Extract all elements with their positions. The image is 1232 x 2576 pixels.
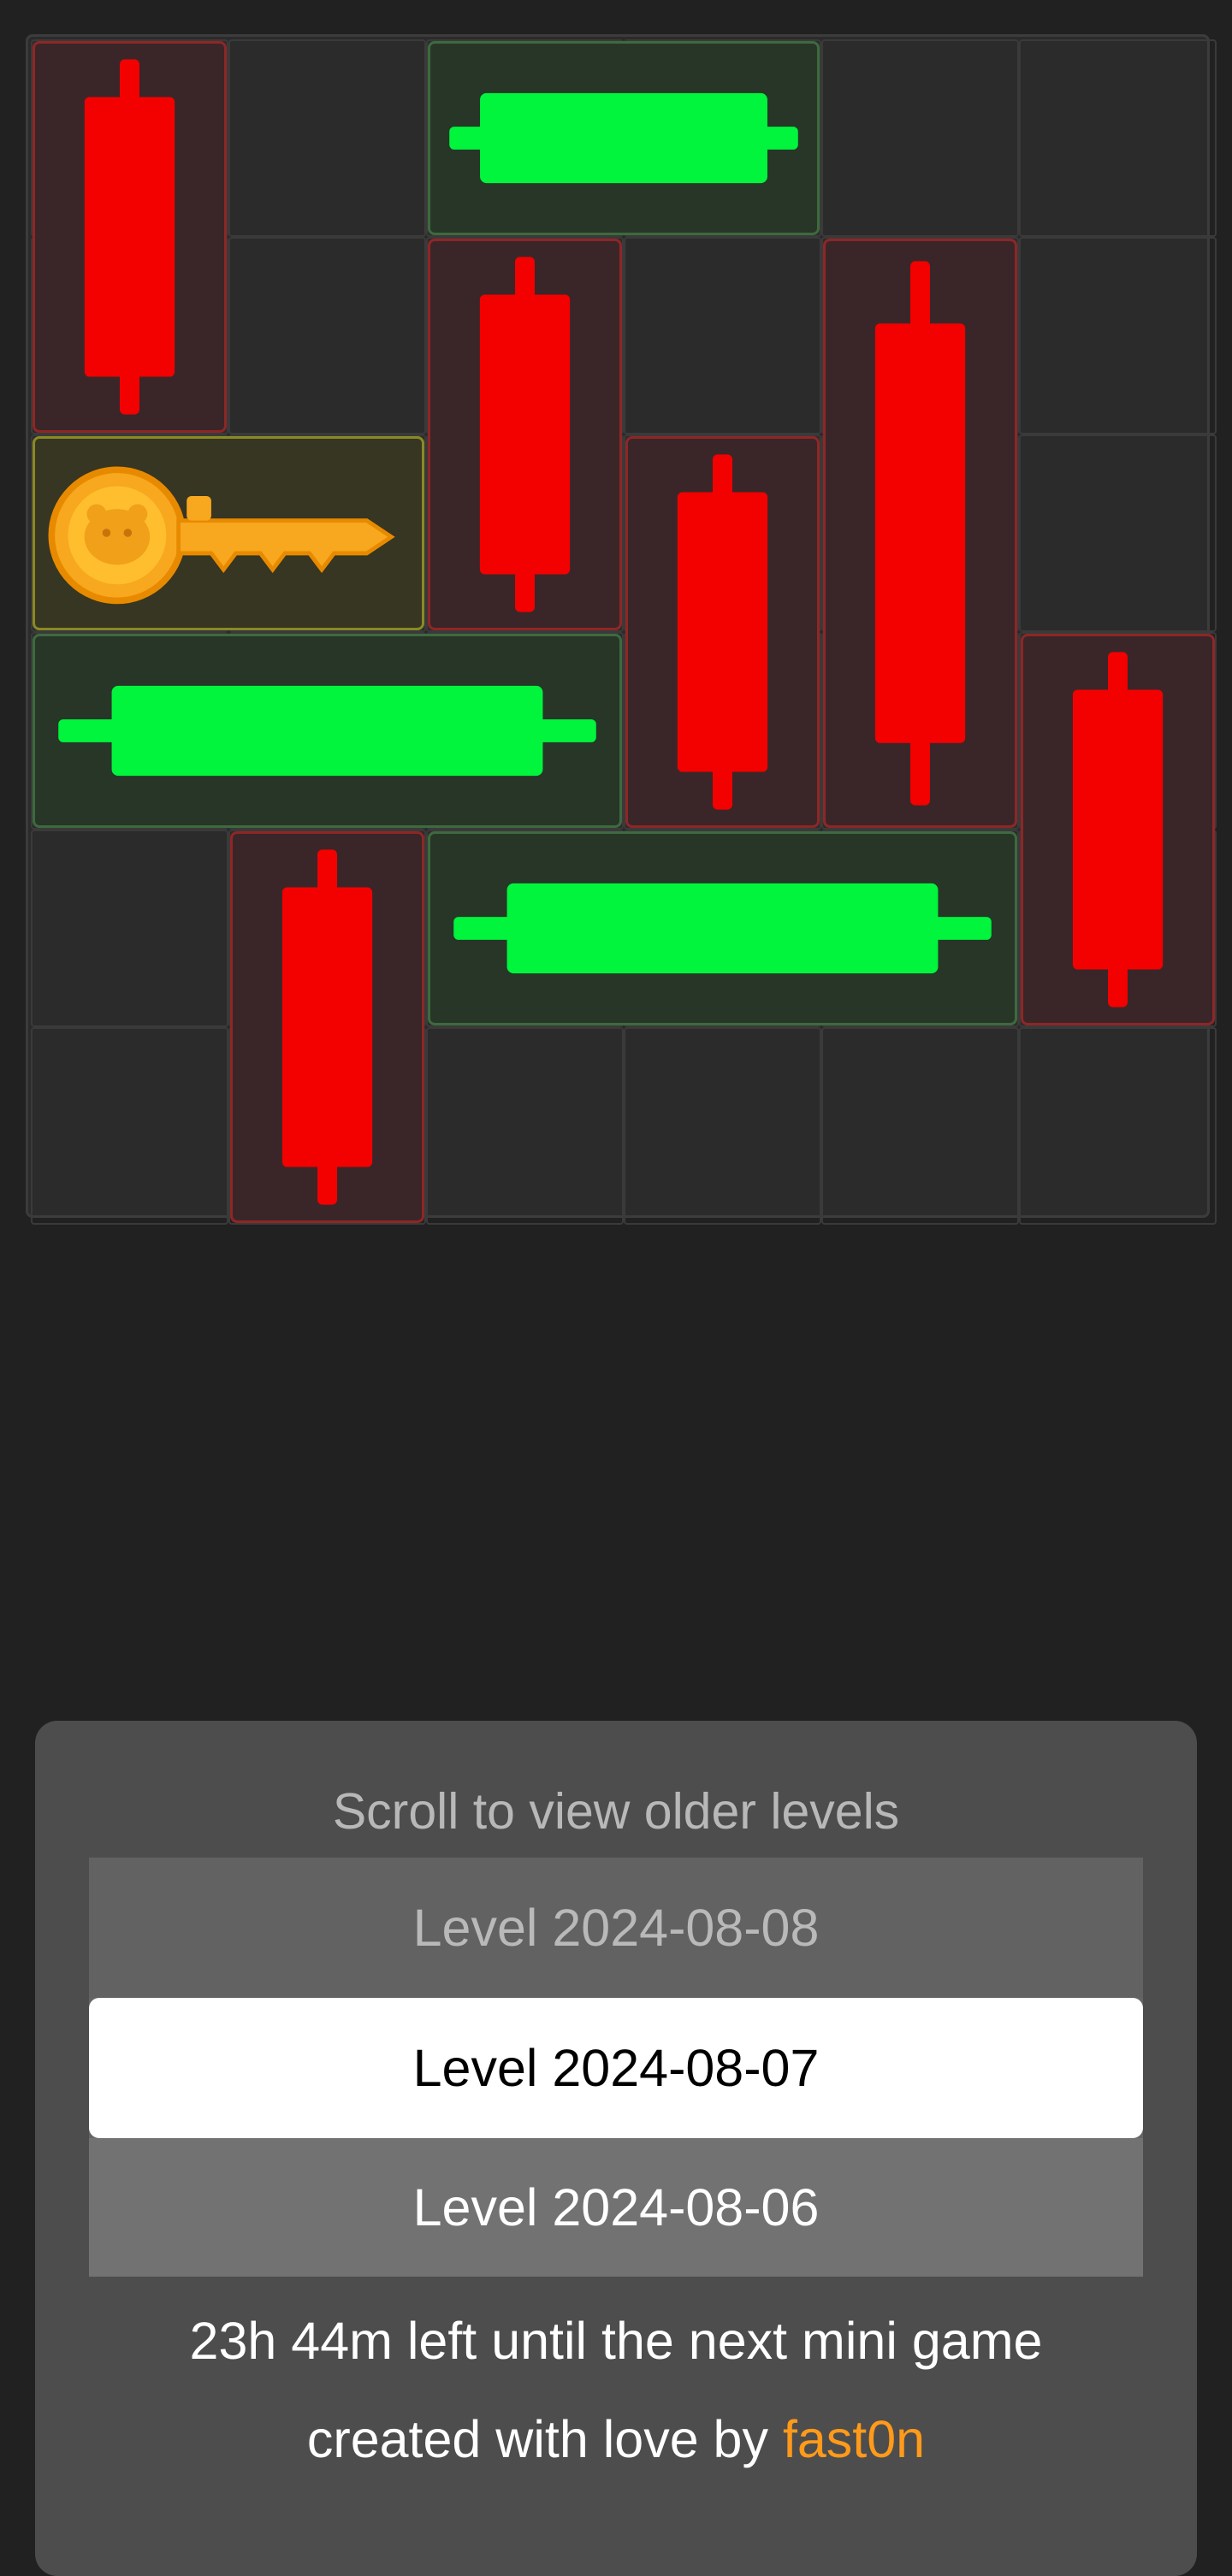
red-candle-piece[interactable] <box>1021 634 1215 1025</box>
candle-icon <box>58 685 596 777</box>
level-picker-panel: Scroll to view older levels Level 2024-0… <box>35 1721 1197 2576</box>
credit-prefix: created with love by <box>306 2410 783 2468</box>
board-cell <box>31 1027 228 1225</box>
board-cell <box>1019 434 1217 632</box>
author-link[interactable]: fast0n <box>783 2410 925 2468</box>
key-icon <box>48 466 395 605</box>
candle-icon <box>281 849 373 1205</box>
level-option[interactable]: Level 2024-08-06 <box>89 2138 1143 2277</box>
red-candle-piece[interactable] <box>428 239 622 630</box>
board-cell <box>228 39 426 237</box>
board-cell <box>624 237 821 434</box>
green-candle-piece[interactable] <box>33 634 622 828</box>
green-candle-piece[interactable] <box>428 41 820 235</box>
green-candle-piece[interactable] <box>428 831 1017 1025</box>
credit-line: created with love by fast0n <box>35 2409 1197 2469</box>
candle-icon <box>1072 652 1164 1007</box>
board-cell <box>821 1027 1019 1225</box>
candle-icon <box>449 92 798 184</box>
candle-icon <box>677 454 768 810</box>
candle-icon <box>84 59 175 415</box>
board-cell <box>426 1027 624 1225</box>
red-candle-piece[interactable] <box>625 436 820 828</box>
level-option[interactable]: Level 2024-08-08 <box>89 1858 1143 1998</box>
board-cell <box>1019 1027 1217 1225</box>
board-cell <box>1019 39 1217 237</box>
board-cell <box>1019 237 1217 434</box>
red-candle-piece[interactable] <box>33 41 227 433</box>
candle-icon <box>479 257 571 612</box>
board-cell <box>821 39 1019 237</box>
board-cell <box>624 1027 821 1225</box>
red-candle-piece[interactable] <box>823 239 1017 828</box>
countdown-text: 23h 44m left until the next mini game <box>189 2312 1043 2370</box>
level-list[interactable]: Level 2024-08-08 Level 2024-08-07 Level … <box>89 1858 1143 2277</box>
scroll-hint: Scroll to view older levels <box>332 1783 900 1840</box>
key-piece[interactable] <box>33 436 424 630</box>
candle-icon <box>874 261 966 806</box>
game-board <box>26 34 1217 1225</box>
level-option-selected[interactable]: Level 2024-08-07 <box>89 1998 1143 2138</box>
board-cell <box>228 237 426 434</box>
candle-icon <box>453 883 992 974</box>
board-cell <box>31 830 228 1027</box>
red-candle-piece[interactable] <box>230 831 424 1223</box>
